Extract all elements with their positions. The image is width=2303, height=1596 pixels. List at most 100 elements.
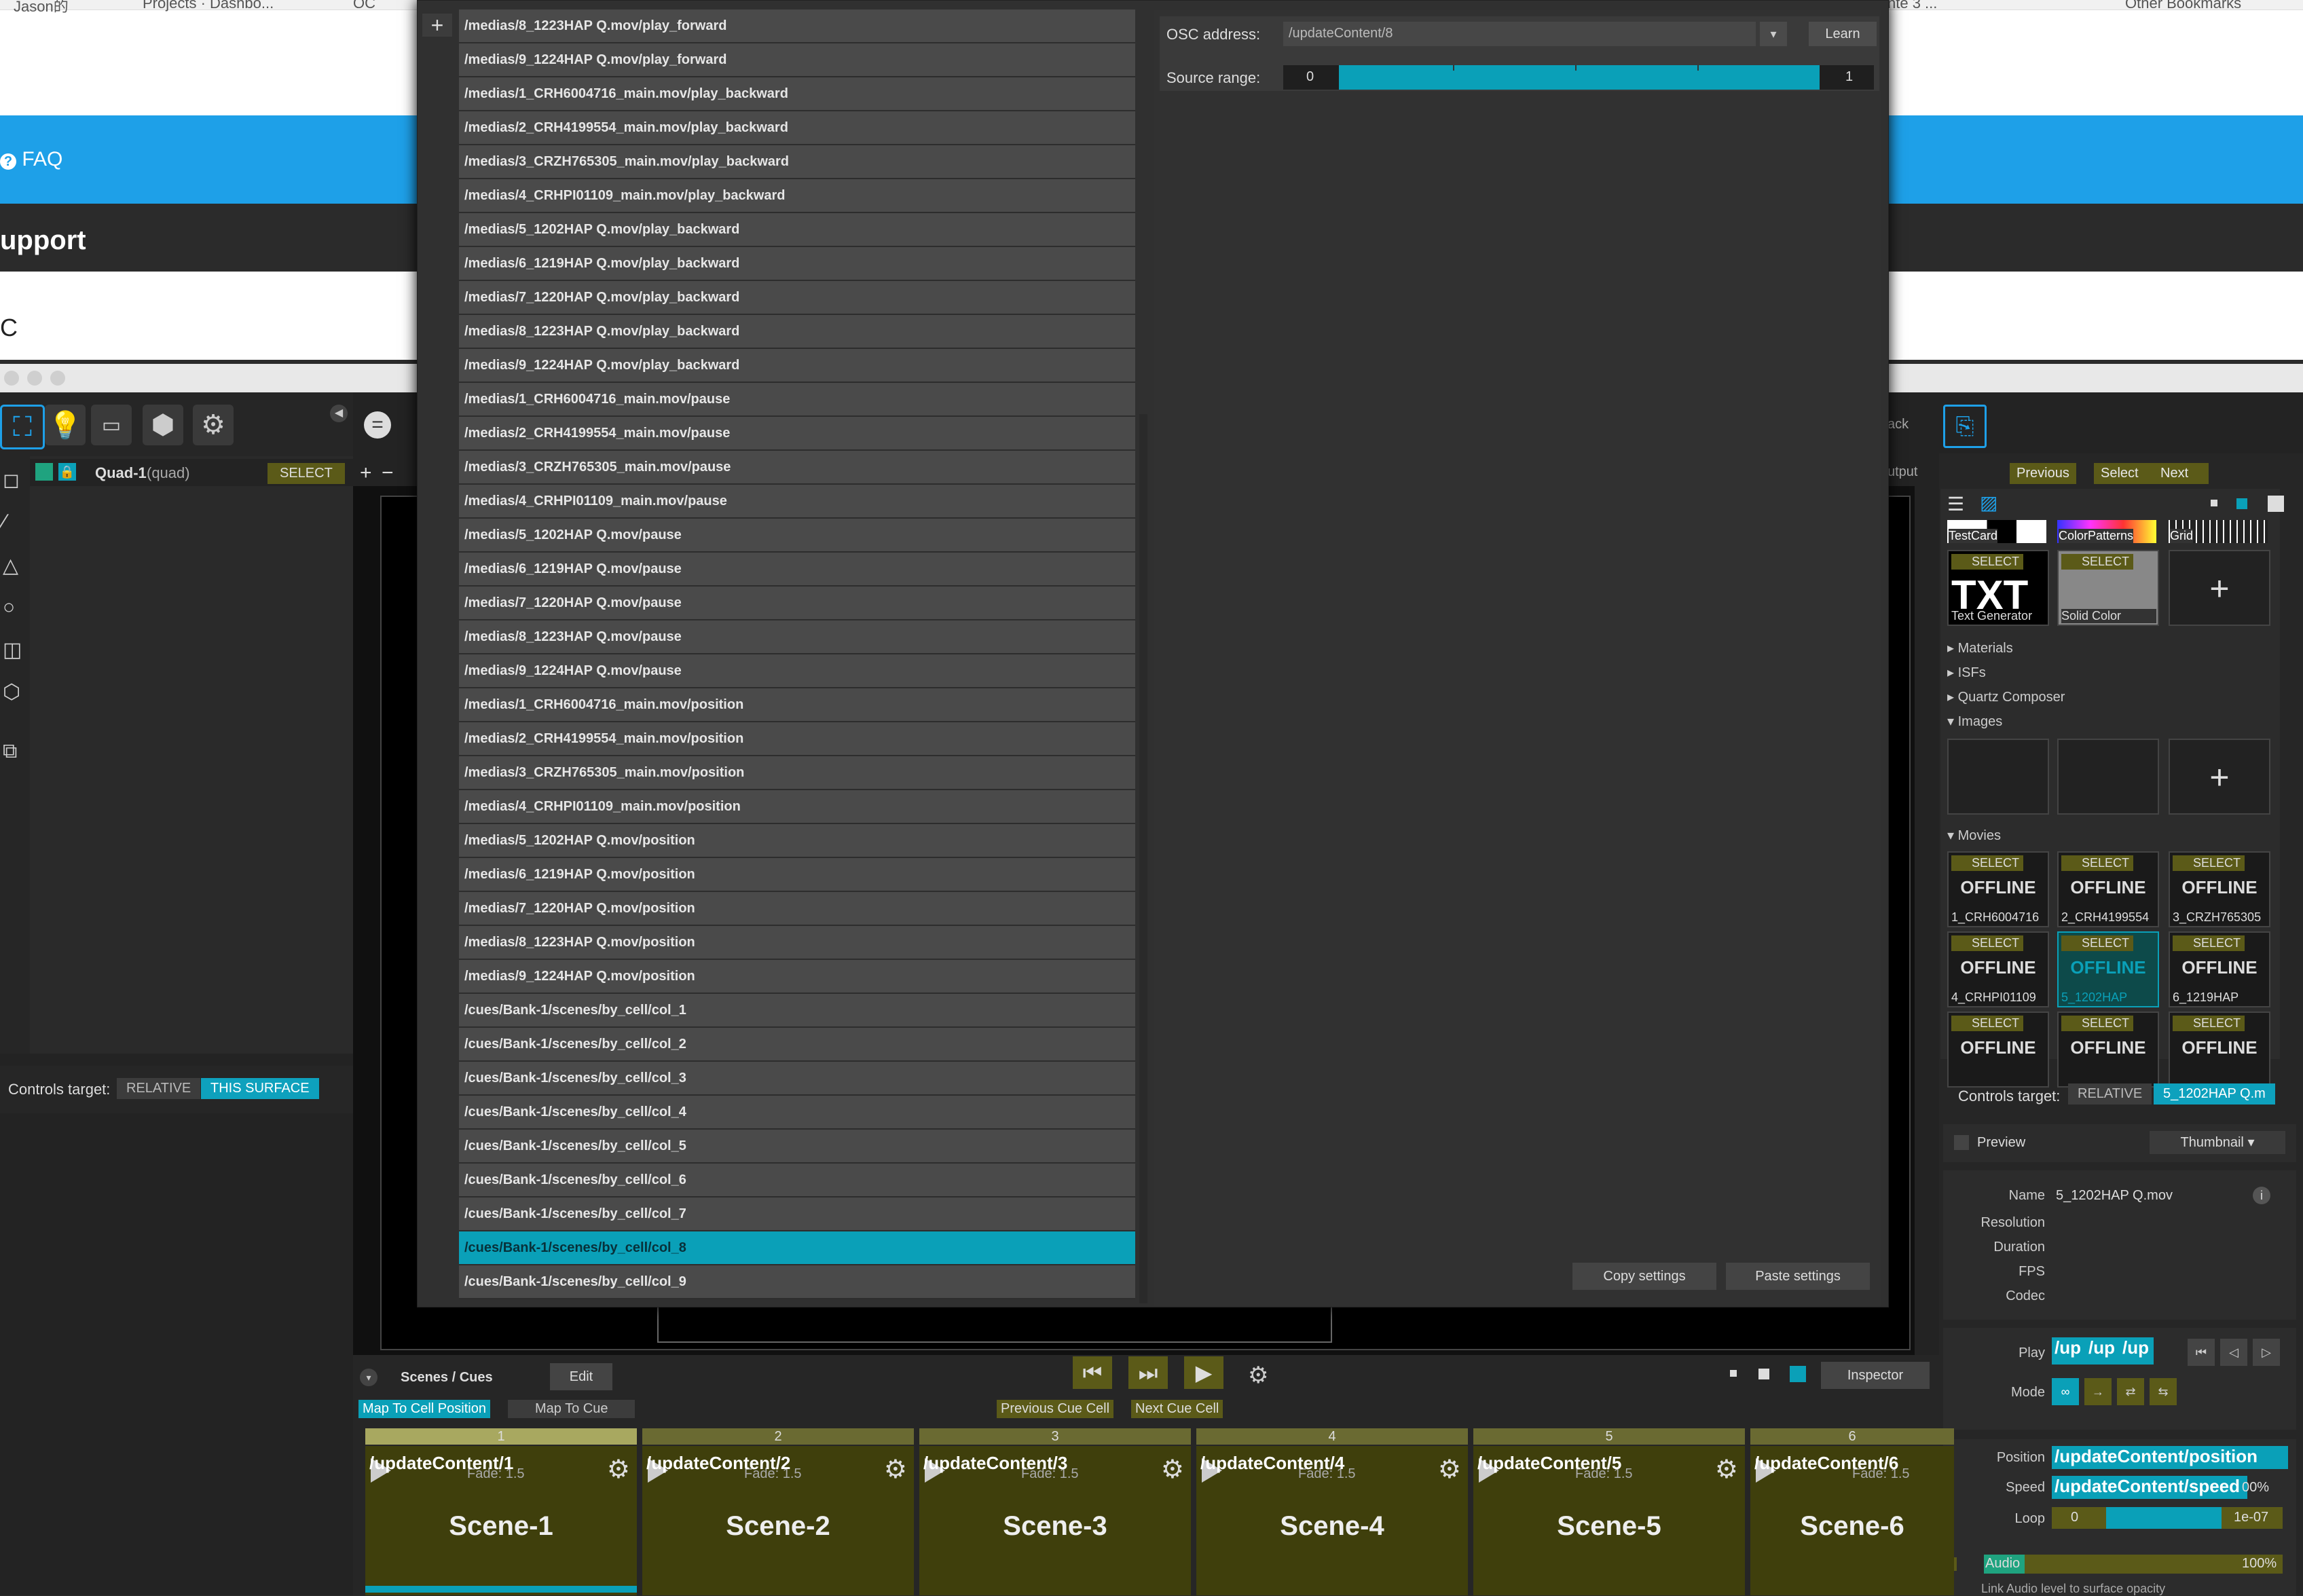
pause-osc[interactable]: /up xyxy=(2120,1337,2154,1365)
large-cell-icon[interactable] xyxy=(1790,1366,1806,1382)
first-cue-icon[interactable]: ⏮ xyxy=(1073,1356,1112,1389)
bookmark[interactable]: Projects · Dashbo... xyxy=(143,0,274,12)
add-quad-icon[interactable]: ◻ xyxy=(3,468,20,492)
movie-thumbnail[interactable]: SELECT OFFLINE xyxy=(2057,1012,2159,1088)
add-3d-icon[interactable]: ⬡ xyxy=(3,680,20,704)
inspector-button[interactable]: Inspector xyxy=(1821,1362,1930,1389)
skip-start-icon[interactable]: ⏮ xyxy=(2188,1339,2215,1366)
image-slot[interactable] xyxy=(2057,739,2159,815)
osc-address-row[interactable]: /medias/9_1224HAP Q.mov/play_backward xyxy=(459,349,1135,383)
next-cue-cell-button[interactable]: Next Cue Cell xyxy=(1131,1400,1223,1418)
osc-address-row[interactable]: /medias/8_1223HAP Q.mov/play_forward xyxy=(459,10,1135,43)
section-movies[interactable]: ▾ Movies xyxy=(1947,827,2001,844)
gear-icon[interactable]: ⚙ xyxy=(1161,1454,1184,1485)
play-cue-icon[interactable]: ▶ xyxy=(1184,1356,1223,1389)
column-header[interactable]: 6 xyxy=(1750,1428,1954,1445)
bookmark[interactable]: Jason的 xyxy=(14,0,69,16)
surface-tool-icon[interactable]: ⛶ xyxy=(0,405,45,449)
window-minimize-button[interactable] xyxy=(27,371,42,386)
osc-address-row[interactable]: /medias/7_1220HAP Q.mov/play_backward xyxy=(459,281,1135,315)
cue-cell[interactable]: Fade: 1.5/updateContent/2 ⚙ Scene-2 xyxy=(642,1446,914,1595)
add-group-icon[interactable]: ⧉ xyxy=(3,740,17,763)
osc-address-row[interactable]: /medias/8_1223HAP Q.mov/pause xyxy=(459,620,1135,654)
this-surface-toggle[interactable]: THIS SURFACE xyxy=(201,1078,319,1099)
testcard-thumbnail[interactable]: TestCard xyxy=(1947,520,2046,543)
select-badge[interactable]: SELECT xyxy=(1951,855,2024,871)
audio-slider[interactable] xyxy=(1984,1555,2283,1574)
cue-cell[interactable]: Fade: 1.5/updateContent/5 ⚙ Scene-5 xyxy=(1473,1446,1745,1595)
bookmark[interactable]: OC xyxy=(353,0,375,12)
osc-address-row[interactable]: /medias/9_1224HAP Q.mov/pause xyxy=(459,654,1135,688)
image-slot[interactable] xyxy=(1947,739,2049,815)
reverse-mode-icon[interactable]: ⇆ xyxy=(2150,1378,2177,1405)
section-isfs[interactable]: ▸ ISFs xyxy=(1947,664,1986,681)
gear-icon[interactable]: ⚙ xyxy=(193,405,234,445)
osc-address-input[interactable]: /updateContent/8 xyxy=(1283,22,1756,46)
movie-thumbnail[interactable]: SELECT OFFLINE 4_CRHPI01109 xyxy=(1947,931,2049,1007)
solid-color-thumbnail[interactable]: SELECT Solid Color xyxy=(2057,550,2159,626)
select-button[interactable]: Select xyxy=(2094,463,2145,484)
relative-toggle[interactable]: RELATIVE xyxy=(2068,1083,2152,1105)
surface-color-swatch[interactable] xyxy=(35,463,53,481)
osc-address-row[interactable]: /medias/3_CRZH765305_main.mov/position xyxy=(459,756,1135,790)
colorpatterns-thumbnail[interactable]: ColorPatterns xyxy=(2057,520,2156,543)
bookmark[interactable]: nte 3 ... xyxy=(1887,0,1937,12)
image-view-icon[interactable]: ▨ xyxy=(1980,491,1997,514)
learn-button[interactable]: Learn xyxy=(1809,22,1877,46)
gear-icon[interactable]: ⚙ xyxy=(607,1454,630,1485)
cue-cell[interactable]: Fade: 1.5/updateContent/6 Scene-6 xyxy=(1750,1446,1954,1595)
section-images[interactable]: ▾ Images xyxy=(1947,713,2002,730)
select-badge[interactable]: SELECT xyxy=(2061,935,2134,951)
osc-address-row[interactable]: /medias/3_CRZH765305_main.mov/pause xyxy=(459,451,1135,485)
step-back-icon[interactable]: ◁ xyxy=(2220,1339,2247,1366)
select-badge[interactable]: SELECT xyxy=(2173,935,2245,951)
next-step-icon[interactable]: ⏭ xyxy=(1128,1356,1168,1389)
osc-address-row[interactable]: /medias/7_1220HAP Q.mov/position xyxy=(459,892,1135,926)
osc-address-row[interactable]: /medias/2_CRH4199554_main.mov/pause xyxy=(459,417,1135,451)
osc-address-row[interactable]: /cues/Bank-1/scenes/by_cell/col_2 xyxy=(459,1028,1135,1062)
window-zoom-button[interactable] xyxy=(50,371,65,386)
select-surface-button[interactable]: SELECT xyxy=(268,463,345,484)
add-circle-icon[interactable]: ○ xyxy=(3,596,15,619)
collapse-icon[interactable]: ▾ xyxy=(360,1369,377,1386)
osc-address-row[interactable]: /medias/5_1202HAP Q.mov/play_backward xyxy=(459,213,1135,247)
add-mask-icon[interactable]: ◫ xyxy=(3,638,22,662)
osc-address-row[interactable]: /cues/Bank-1/scenes/by_cell/col_6 xyxy=(459,1164,1135,1198)
column-header[interactable]: 3 xyxy=(919,1428,1191,1445)
osc-address-row[interactable]: /medias/9_1224HAP Q.mov/position xyxy=(459,960,1135,994)
osc-address-row[interactable]: /cues/Bank-1/scenes/by_cell/col_1 xyxy=(459,994,1135,1028)
osc-address-row[interactable]: /medias/4_CRHPI01109_main.mov/pause xyxy=(459,485,1135,519)
add-triangle-icon[interactable]: △ xyxy=(3,554,18,578)
select-badge[interactable]: SELECT xyxy=(1951,1016,2024,1031)
add-icon[interactable]: + xyxy=(360,462,372,485)
osc-address-row[interactable]: /medias/8_1223HAP Q.mov/position xyxy=(459,926,1135,960)
medium-size-icon[interactable] xyxy=(2236,498,2247,509)
osc-address-row[interactable]: /medias/1_CRH6004716_main.mov/position xyxy=(459,688,1135,722)
speed-osc[interactable]: /updateContent/speed xyxy=(2052,1476,2247,1499)
position-osc[interactable]: /updateContent/position xyxy=(2052,1446,2288,1469)
paste-settings-button[interactable]: Paste settings xyxy=(1726,1263,1870,1290)
lock-icon[interactable]: 🔒 xyxy=(58,463,76,481)
osc-address-row[interactable]: /medias/9_1224HAP Q.mov/play_forward xyxy=(459,43,1135,77)
osc-address-row[interactable]: /cues/Bank-1/scenes/by_cell/col_9 xyxy=(459,1265,1135,1299)
loop-mode-icon[interactable]: ∞ xyxy=(2052,1378,2079,1405)
preview-checkbox[interactable] xyxy=(1954,1135,1969,1150)
osc-address-row[interactable]: /medias/3_CRZH765305_main.mov/play_backw… xyxy=(459,145,1135,179)
play-backward-osc[interactable]: /up xyxy=(2086,1337,2120,1365)
select-badge[interactable]: SELECT xyxy=(2173,855,2245,871)
select-badge[interactable]: SELECT xyxy=(2061,855,2134,871)
select-badge[interactable]: SELECT xyxy=(1951,935,2024,951)
column-header[interactable]: 5 xyxy=(1473,1428,1745,1445)
info-icon[interactable]: i xyxy=(2253,1187,2270,1204)
add-generator-button[interactable]: + xyxy=(2169,550,2270,626)
movie-thumbnail[interactable]: SELECT OFFLINE 5_1202HAP xyxy=(2057,931,2159,1007)
play-icon[interactable]: ▷ xyxy=(2253,1339,2280,1366)
medium-cell-icon[interactable] xyxy=(1758,1369,1769,1379)
edit-button[interactable]: Edit xyxy=(550,1363,612,1390)
small-cell-icon[interactable] xyxy=(1730,1370,1737,1377)
movie-thumbnail[interactable]: SELECT OFFLINE xyxy=(2169,1012,2270,1088)
cue-cell[interactable]: Fade: 1.5/updateContent/1 ⚙ Scene-1 xyxy=(365,1446,637,1595)
remove-icon[interactable]: − xyxy=(382,462,394,485)
osc-address-row[interactable]: /medias/5_1202HAP Q.mov/pause xyxy=(459,519,1135,553)
osc-address-row[interactable]: /medias/4_CRHPI01109_main.mov/position xyxy=(459,790,1135,824)
